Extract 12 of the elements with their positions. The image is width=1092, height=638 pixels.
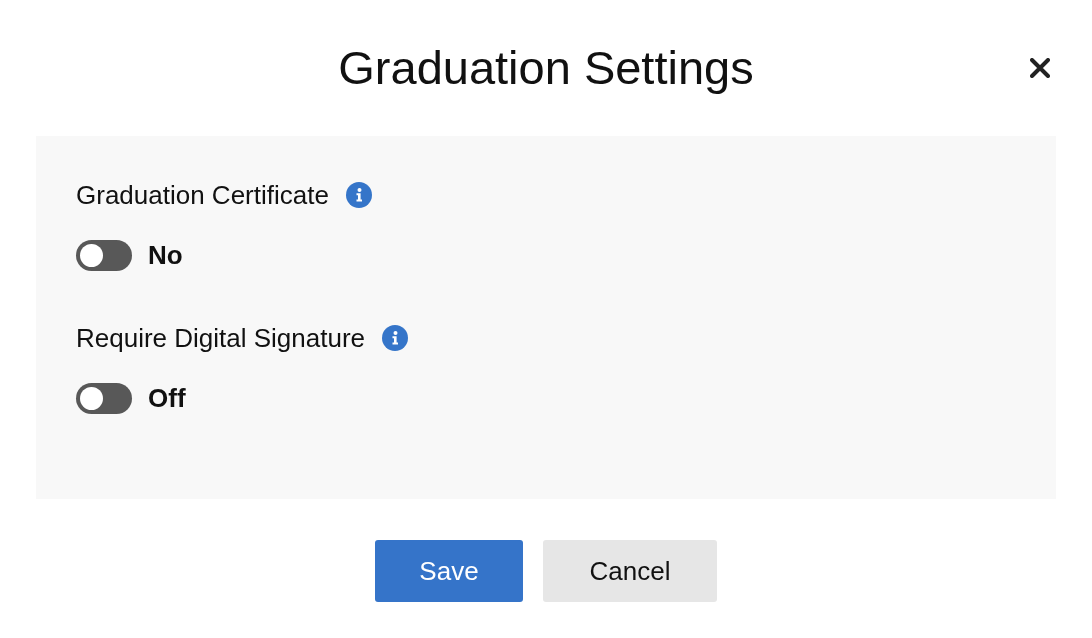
toggle-switch[interactable]: [76, 239, 132, 271]
save-button[interactable]: Save: [375, 540, 523, 602]
setting-label: Graduation Certificate: [76, 179, 329, 211]
toggle-switch[interactable]: [76, 382, 132, 414]
dialog-title: Graduation Settings: [338, 41, 754, 95]
info-icon[interactable]: [382, 325, 409, 351]
info-icon[interactable]: [345, 182, 372, 208]
close-icon[interactable]: [1030, 58, 1050, 78]
cancel-button[interactable]: Cancel: [543, 540, 717, 602]
toggle-state-label: Off: [148, 382, 186, 414]
toggle-state-label: No: [148, 239, 183, 271]
setting-label: Require Digital Signature: [76, 322, 366, 354]
